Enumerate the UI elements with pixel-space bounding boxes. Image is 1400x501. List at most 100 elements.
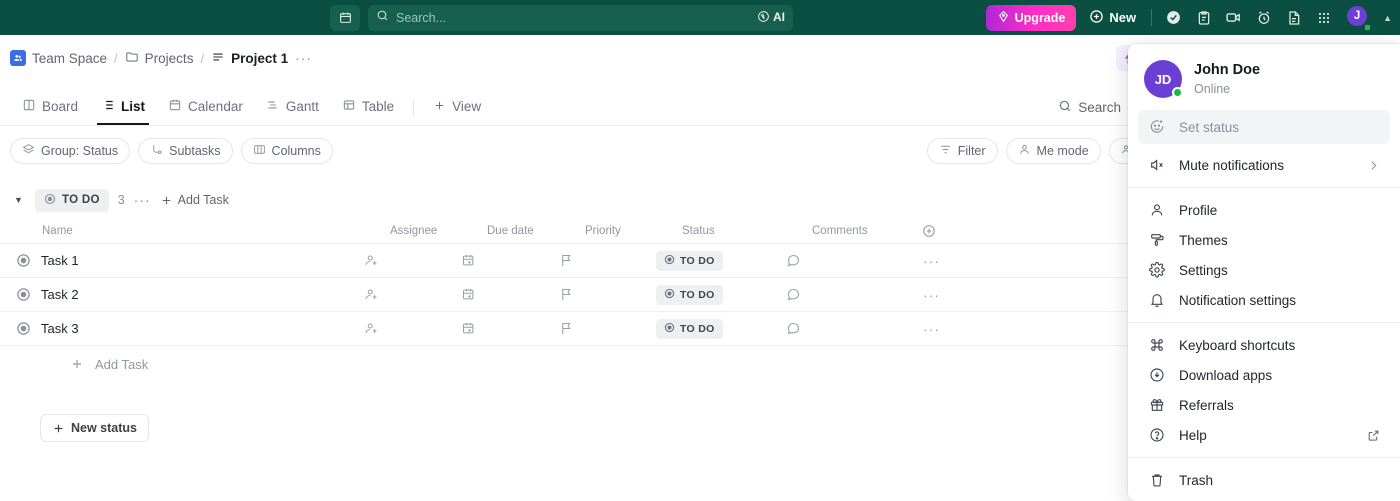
menu-item-notification-settings[interactable]: Notification settings	[1128, 285, 1400, 315]
row-more-button[interactable]: ···	[923, 253, 940, 269]
clipboard-icon[interactable]	[1193, 7, 1214, 28]
status-cell[interactable]: TO DO	[656, 318, 786, 339]
set-status-button[interactable]: Set status	[1138, 110, 1390, 144]
table-row[interactable]: Task 3 TO DO ···	[0, 312, 1130, 346]
status-cell[interactable]: TO DO	[656, 284, 786, 305]
task-name-cell[interactable]: Task 1	[16, 253, 364, 268]
column-header-comments[interactable]: Comments	[812, 225, 922, 237]
row-more-button[interactable]: ···	[923, 321, 940, 337]
add-column-button[interactable]	[922, 224, 962, 238]
me-mode-button[interactable]: Me mode	[1005, 138, 1101, 164]
plus-circle-icon	[1089, 9, 1104, 27]
breadcrumb-more-button[interactable]: ···	[295, 50, 312, 66]
priority-flag-icon[interactable]	[559, 253, 656, 268]
chevron-right-icon	[1367, 159, 1380, 172]
topbar-divider	[1151, 9, 1153, 26]
comments-icon[interactable]	[786, 253, 896, 268]
subtasks-label: Subtasks	[169, 144, 221, 158]
comments-icon[interactable]	[786, 321, 896, 336]
plus-icon	[54, 424, 63, 432]
column-header-due-date[interactable]: Due date	[487, 225, 585, 237]
external-link-icon	[1367, 429, 1380, 442]
collapse-group-caret-icon[interactable]: ▼	[14, 195, 26, 205]
menu-item-settings[interactable]: Settings	[1128, 255, 1400, 285]
comments-icon[interactable]	[786, 287, 896, 302]
table-row[interactable]: Task 2 TO DO ···	[0, 278, 1130, 312]
assignee-add-icon[interactable]	[364, 287, 461, 302]
assignee-add-icon[interactable]	[364, 321, 461, 336]
task-status-circle-icon[interactable]	[16, 253, 31, 268]
row-more-button[interactable]: ···	[923, 287, 940, 303]
priority-flag-icon[interactable]	[559, 321, 656, 336]
topbar-avatar[interactable]: J	[1345, 3, 1373, 32]
team-space-icon	[10, 50, 26, 66]
tab-calendar[interactable]: Calendar	[158, 91, 253, 124]
alarm-clock-icon[interactable]	[1253, 7, 1274, 28]
group-more-button[interactable]: ···	[134, 192, 151, 208]
view-search-button[interactable]: Search	[1058, 99, 1121, 116]
tab-list[interactable]: List	[91, 91, 155, 125]
new-button[interactable]: New	[1085, 6, 1140, 30]
column-header-assignee[interactable]: Assignee	[390, 225, 487, 237]
menu-item-referrals[interactable]: Referrals	[1128, 390, 1400, 420]
breadcrumb-team-space[interactable]: Team Space	[10, 50, 107, 66]
new-status-button[interactable]: New status	[40, 414, 149, 442]
mute-notifications-item[interactable]: Mute notifications	[1128, 150, 1400, 180]
subtasks-button[interactable]: Subtasks	[138, 138, 233, 164]
task-status-circle-icon[interactable]	[16, 287, 31, 302]
menu-item-themes[interactable]: Themes	[1128, 225, 1400, 255]
ai-button[interactable]: AI	[753, 8, 789, 26]
group-status-badge[interactable]: TO DO	[35, 188, 109, 212]
add-view-button[interactable]: View	[423, 92, 491, 124]
status-badge[interactable]: TO DO	[656, 284, 723, 305]
user-profile-header[interactable]: JD John Doe Online	[1128, 54, 1400, 110]
task-name-cell[interactable]: Task 3	[16, 321, 364, 336]
group-by-status-button[interactable]: Group: Status	[10, 138, 131, 164]
video-camera-icon[interactable]	[1223, 7, 1244, 28]
menu-item-keyboard-shortcuts[interactable]: Keyboard shortcuts	[1128, 330, 1400, 360]
breadcrumb-projects[interactable]: Projects	[125, 50, 193, 67]
status-badge[interactable]: TO DO	[656, 318, 723, 339]
columns-button[interactable]: Columns	[240, 138, 333, 164]
list-icon	[101, 98, 115, 115]
breadcrumb-current-list[interactable]: Project 1	[211, 50, 288, 67]
menu-item-trash[interactable]: Trash	[1128, 465, 1400, 495]
upgrade-button[interactable]: Upgrade	[985, 4, 1077, 31]
apps-grid-icon[interactable]	[1313, 7, 1334, 28]
new-status-label: New status	[71, 421, 137, 435]
tab-board[interactable]: Board	[12, 91, 88, 124]
assignee-add-icon[interactable]	[364, 253, 461, 268]
due-date-add-icon[interactable]	[461, 287, 559, 302]
layers-icon	[22, 143, 35, 159]
columns-icon	[253, 143, 266, 159]
search-input[interactable]: Search... AI	[368, 4, 793, 31]
chevron-up-icon[interactable]: ▲	[1383, 13, 1392, 23]
breadcrumb-team-label: Team Space	[32, 50, 108, 66]
new-label: New	[1109, 10, 1137, 25]
menu-item-log-out[interactable]: Log out	[1128, 495, 1400, 501]
add-task-row-button[interactable]: Add Task	[0, 346, 1130, 382]
group-add-task-button[interactable]: Add Task	[160, 193, 229, 207]
document-icon[interactable]	[1283, 7, 1304, 28]
task-name-cell[interactable]: Task 2	[16, 287, 364, 302]
status-cell[interactable]: TO DO	[656, 250, 786, 271]
menu-item-help[interactable]: Help	[1128, 420, 1400, 450]
filter-button[interactable]: Filter	[926, 138, 998, 164]
status-badge[interactable]: TO DO	[656, 250, 723, 271]
columns-label: Columns	[271, 144, 321, 158]
tab-board-label: Board	[42, 99, 79, 114]
tab-table[interactable]: Table	[332, 91, 404, 124]
task-status-circle-icon[interactable]	[16, 321, 31, 336]
column-header-status[interactable]: Status	[682, 225, 812, 237]
calendar-icon[interactable]	[330, 4, 360, 31]
tab-gantt[interactable]: Gantt	[256, 91, 329, 124]
column-header-name[interactable]: Name	[42, 225, 390, 237]
menu-item-download-apps[interactable]: Download apps	[1128, 360, 1400, 390]
priority-flag-icon[interactable]	[559, 287, 656, 302]
table-row[interactable]: Task 1 TO DO ···	[0, 244, 1130, 278]
check-circle-icon[interactable]	[1163, 7, 1184, 28]
column-header-priority[interactable]: Priority	[585, 225, 682, 237]
menu-item-profile[interactable]: Profile	[1128, 195, 1400, 225]
due-date-add-icon[interactable]	[461, 321, 559, 336]
due-date-add-icon[interactable]	[461, 253, 559, 268]
